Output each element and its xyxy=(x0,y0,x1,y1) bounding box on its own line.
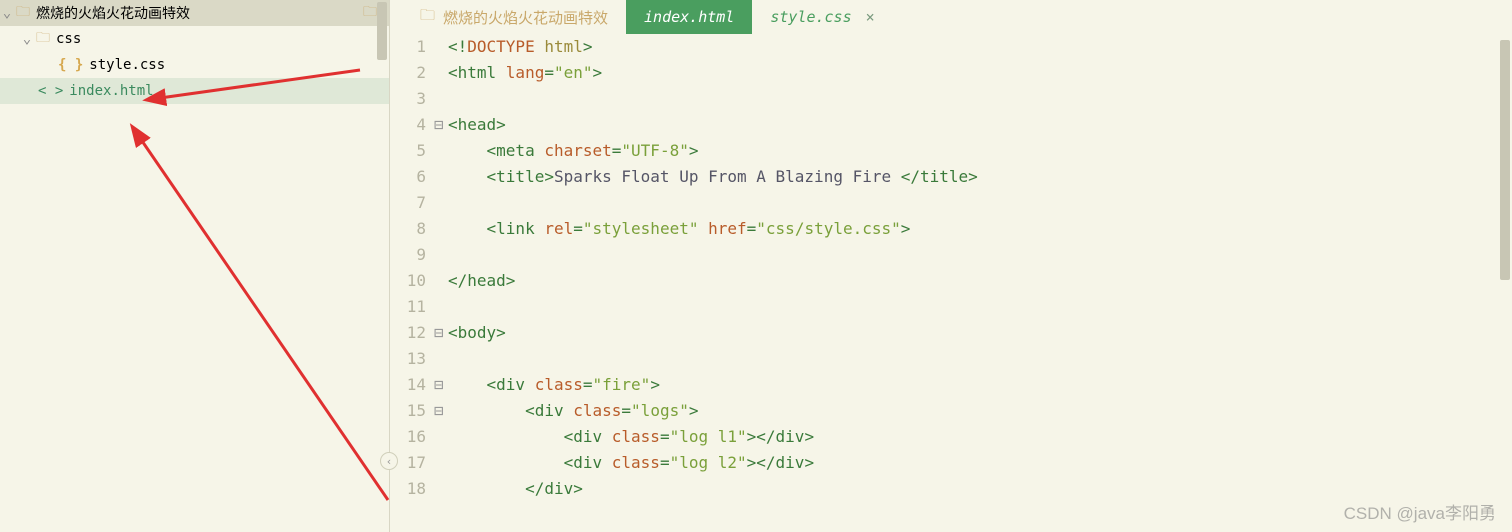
tab-index-html[interactable]: index.html xyxy=(626,0,752,34)
annotation-arrow xyxy=(120,120,400,520)
css-folder-label: css xyxy=(56,31,81,47)
tab-inactive-label: style.css xyxy=(770,8,851,26)
tree-file-style-css[interactable]: { } style.css xyxy=(0,52,389,78)
tab-style-css[interactable]: style.css × xyxy=(752,0,892,34)
folder-icon: 🗀 xyxy=(36,27,50,51)
watermark: CSDN @java李阳勇 xyxy=(1344,499,1496,524)
tree-file-index-html[interactable]: < > index.html xyxy=(0,78,389,104)
collapse-handle[interactable]: ‹ xyxy=(380,452,398,470)
html-file-icon: < > xyxy=(38,83,63,99)
scroll-thumb[interactable] xyxy=(377,2,387,60)
fold-column[interactable]: ⊟ ⊟ ⊟ ⊟ xyxy=(434,34,448,532)
tab-project[interactable]: 🗀 燃烧的火焰火花动画特效 xyxy=(402,0,626,34)
code-body[interactable]: <!DOCTYPE html> <html lang="en"> <head> … xyxy=(448,34,1512,532)
file-explorer: ⌄ 🗀 燃烧的火焰火花动画特效 🗀 ⌄ 🗀 css { } style.css … xyxy=(0,0,390,532)
project-root-label: 燃烧的火焰火花动画特效 xyxy=(36,3,190,23)
tab-project-label: 燃烧的火焰火花动画特效 xyxy=(443,7,608,28)
tree-folder-css[interactable]: ⌄ 🗀 css xyxy=(0,26,389,52)
style-css-label: style.css xyxy=(89,57,165,73)
folder-icon: 🗀 xyxy=(16,1,30,25)
chevron-down-icon: ⌄ xyxy=(0,5,14,21)
folder-icon: 🗀 xyxy=(420,5,435,30)
tree-root[interactable]: ⌄ 🗀 燃烧的火焰火花动画特效 🗀 xyxy=(0,0,389,26)
chevron-down-icon: ⌄ xyxy=(20,31,34,47)
css-file-icon: { } xyxy=(58,57,83,73)
editor-area: ‹ 🗀 燃烧的火焰火花动画特效 index.html style.css × 1… xyxy=(390,0,1512,532)
code-editor[interactable]: 1 2 3 4 5 6 7 8 9 10 11 12 13 14 15 16 1… xyxy=(390,34,1512,532)
editor-scroll-thumb[interactable] xyxy=(1500,40,1510,280)
tab-active-label: index.html xyxy=(644,8,734,26)
index-html-label: index.html xyxy=(69,83,153,99)
close-icon[interactable]: × xyxy=(866,8,875,26)
tab-bar: 🗀 燃烧的火焰火花动画特效 index.html style.css × xyxy=(390,0,1512,34)
